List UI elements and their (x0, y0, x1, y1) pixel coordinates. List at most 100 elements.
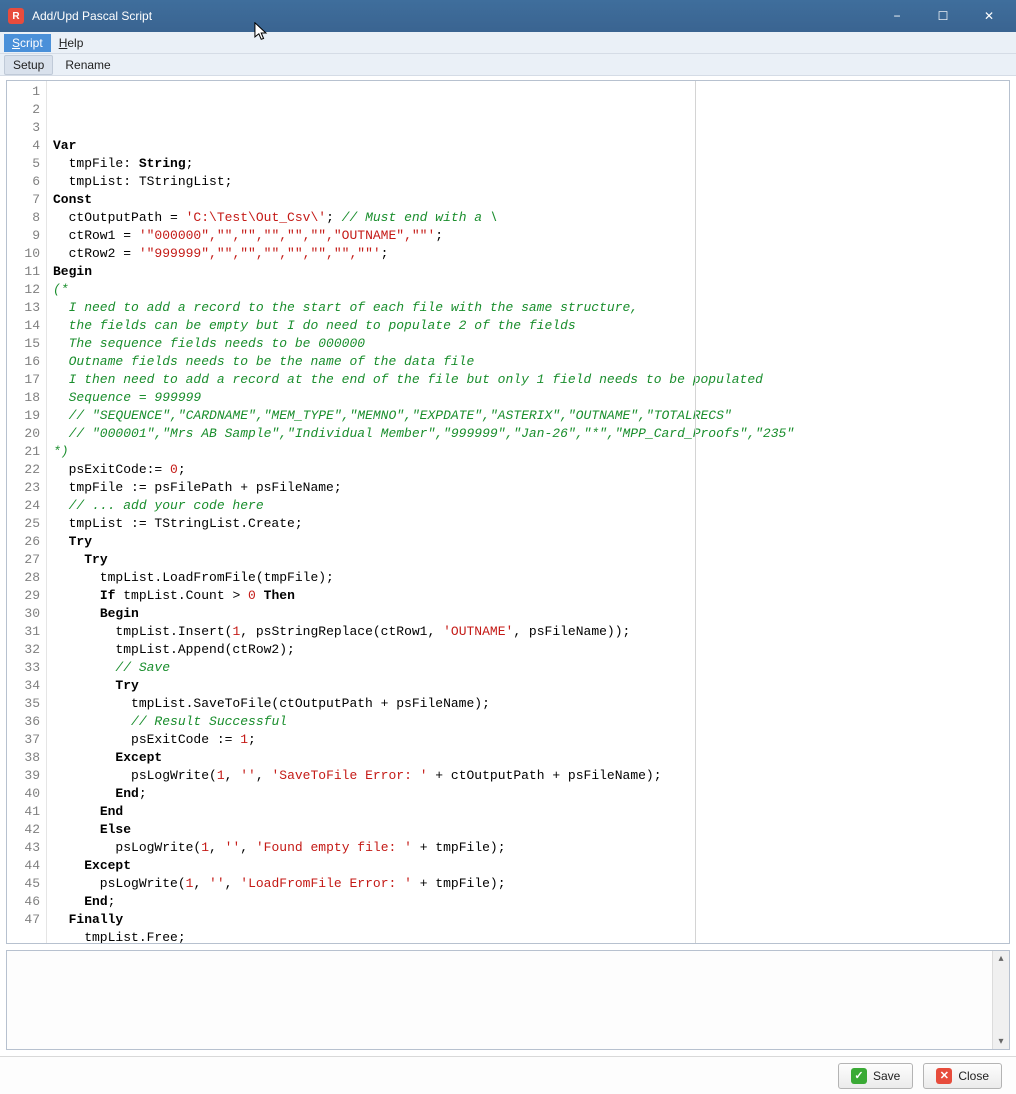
window-controls: − ☐ ✕ (874, 0, 1012, 32)
scroll-up-icon[interactable]: ▴ (996, 951, 1005, 966)
code-line[interactable]: If tmpList.Count > 0 Then (53, 587, 1003, 605)
minimize-button[interactable]: − (874, 0, 920, 32)
titlebar: R Add/Upd Pascal Script − ☐ ✕ (0, 0, 1016, 32)
line-number: 23 (9, 479, 40, 497)
code-line[interactable]: tmpList.Append(ctRow2); (53, 641, 1003, 659)
code-line[interactable]: the fields can be empty but I do need to… (53, 317, 1003, 335)
line-number: 8 (9, 209, 40, 227)
code-line[interactable]: ctRow1 = '"000000","","","","","","OUTNA… (53, 227, 1003, 245)
code-line[interactable]: End; (53, 785, 1003, 803)
line-number: 38 (9, 749, 40, 767)
close-button-label: Close (958, 1069, 989, 1083)
save-button-label: Save (873, 1069, 900, 1083)
line-number: 25 (9, 515, 40, 533)
line-number: 29 (9, 587, 40, 605)
code-line[interactable]: Except (53, 857, 1003, 875)
line-number: 32 (9, 641, 40, 659)
code-line[interactable]: Try (53, 677, 1003, 695)
toolbar: SetupRename (0, 54, 1016, 76)
scroll-down-icon[interactable]: ▾ (996, 1034, 1005, 1049)
code-line[interactable]: // "SEQUENCE","CARDNAME","MEM_TYPE","MEM… (53, 407, 1003, 425)
code-line[interactable]: End (53, 803, 1003, 821)
output-scrollbar[interactable]: ▴ ▾ (992, 951, 1009, 1049)
line-number: 19 (9, 407, 40, 425)
menu-help[interactable]: Help (51, 34, 92, 52)
code-line[interactable]: Except (53, 749, 1003, 767)
check-icon: ✓ (851, 1068, 867, 1084)
code-line[interactable]: I then need to add a record at the end o… (53, 371, 1003, 389)
line-number: 45 (9, 875, 40, 893)
tool-setup[interactable]: Setup (4, 55, 53, 75)
line-number: 39 (9, 767, 40, 785)
code-line[interactable]: psLogWrite(1, '', 'Found empty file: ' +… (53, 839, 1003, 857)
line-number: 26 (9, 533, 40, 551)
code-line[interactable]: *) (53, 443, 1003, 461)
line-number: 47 (9, 911, 40, 929)
line-number: 7 (9, 191, 40, 209)
code-line[interactable]: Sequence = 999999 (53, 389, 1003, 407)
code-line[interactable]: ctOutputPath = 'C:\Test\Out_Csv\'; // Mu… (53, 209, 1003, 227)
code-editor[interactable]: 1234567891011121314151617181920212223242… (6, 80, 1010, 944)
line-number: 5 (9, 155, 40, 173)
line-number: 31 (9, 623, 40, 641)
code-line[interactable]: End; (53, 893, 1003, 911)
close-button[interactable]: ✕ Close (923, 1063, 1002, 1089)
code-line[interactable]: tmpList := TStringList.Create; (53, 515, 1003, 533)
code-line[interactable]: tmpList.LoadFromFile(tmpFile); (53, 569, 1003, 587)
line-number: 41 (9, 803, 40, 821)
save-button[interactable]: ✓ Save (838, 1063, 913, 1089)
code-line[interactable]: // Save (53, 659, 1003, 677)
code-line[interactable]: // ... add your code here (53, 497, 1003, 515)
line-number: 27 (9, 551, 40, 569)
output-panel[interactable]: ▴ ▾ (6, 950, 1010, 1050)
line-number: 34 (9, 677, 40, 695)
line-number: 40 (9, 785, 40, 803)
code-line[interactable]: // Result Successful (53, 713, 1003, 731)
line-number: 14 (9, 317, 40, 335)
code-line[interactable]: tmpList.SaveToFile(ctOutputPath + psFile… (53, 695, 1003, 713)
code-line[interactable]: Var (53, 137, 1003, 155)
code-line[interactable]: Begin (53, 605, 1003, 623)
line-number: 42 (9, 821, 40, 839)
code-line[interactable]: Begin (53, 263, 1003, 281)
line-number: 44 (9, 857, 40, 875)
line-number: 4 (9, 137, 40, 155)
line-number: 11 (9, 263, 40, 281)
code-line[interactable]: psLogWrite(1, '', 'LoadFromFile Error: '… (53, 875, 1003, 893)
close-window-button[interactable]: ✕ (966, 0, 1012, 32)
code-line[interactable]: I need to add a record to the start of e… (53, 299, 1003, 317)
code-line[interactable]: psExitCode := 1; (53, 731, 1003, 749)
code-content[interactable]: Var tmpFile: String; tmpList: TStringLis… (47, 81, 1009, 943)
code-line[interactable]: (* (53, 281, 1003, 299)
main-area: 1234567891011121314151617181920212223242… (0, 76, 1016, 1056)
code-line[interactable]: tmpList.Insert(1, psStringReplace(ctRow1… (53, 623, 1003, 641)
code-line[interactable]: tmpFile: String; (53, 155, 1003, 173)
ruler-line (695, 81, 696, 943)
code-line[interactable]: // "000001","Mrs AB Sample","Individual … (53, 425, 1003, 443)
code-line[interactable]: The sequence fields needs to be 000000 (53, 335, 1003, 353)
code-line[interactable]: psLogWrite(1, '', 'SaveToFile Error: ' +… (53, 767, 1003, 785)
line-number: 35 (9, 695, 40, 713)
line-number: 18 (9, 389, 40, 407)
code-line[interactable]: tmpFile := psFilePath + psFileName; (53, 479, 1003, 497)
line-number: 2 (9, 101, 40, 119)
code-line[interactable]: psExitCode:= 0; (53, 461, 1003, 479)
code-line[interactable]: Else (53, 821, 1003, 839)
line-number: 33 (9, 659, 40, 677)
code-line[interactable]: tmpList: TStringList; (53, 173, 1003, 191)
code-line[interactable]: Try (53, 551, 1003, 569)
maximize-button[interactable]: ☐ (920, 0, 966, 32)
code-line[interactable]: ctRow2 = '"999999","","","","","","",""'… (53, 245, 1003, 263)
code-line[interactable]: Outname fields needs to be the name of t… (53, 353, 1003, 371)
code-line[interactable]: Try (53, 533, 1003, 551)
line-number: 21 (9, 443, 40, 461)
code-line[interactable]: Finally (53, 911, 1003, 929)
line-number: 9 (9, 227, 40, 245)
line-number: 6 (9, 173, 40, 191)
menu-script[interactable]: Script (4, 34, 51, 52)
tool-rename[interactable]: Rename (57, 56, 118, 74)
line-number: 12 (9, 281, 40, 299)
code-line[interactable]: Const (53, 191, 1003, 209)
line-number: 36 (9, 713, 40, 731)
code-line[interactable]: tmpList.Free; (53, 929, 1003, 943)
